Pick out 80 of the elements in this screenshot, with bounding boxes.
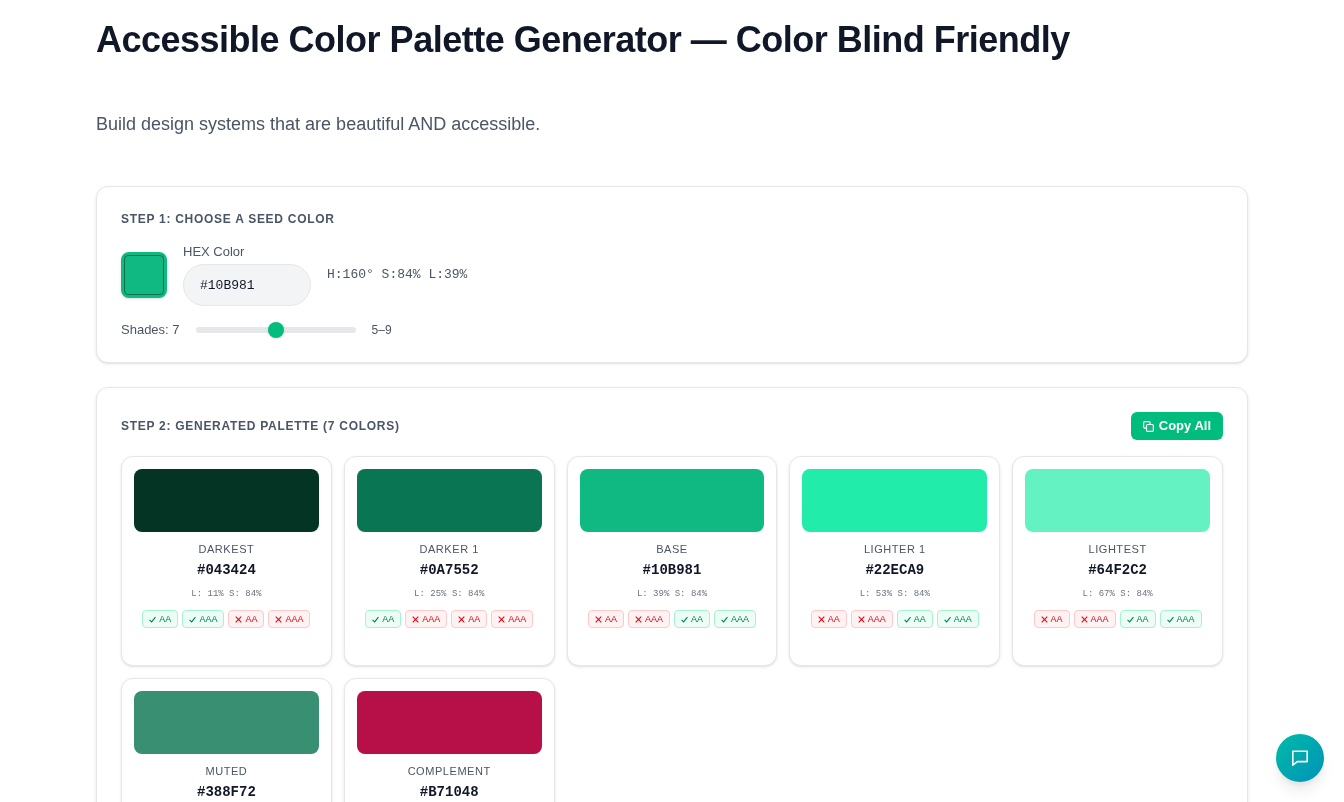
copy-icon bbox=[1142, 420, 1154, 432]
color-stats: L: 67% S: 84% bbox=[1082, 588, 1153, 600]
check-icon bbox=[149, 615, 157, 623]
hex-code: #B71048 bbox=[419, 783, 479, 802]
color-stats: L: 53% S: 84% bbox=[859, 588, 930, 600]
hex-code: #64F2C2 bbox=[1088, 561, 1147, 580]
check-icon bbox=[903, 615, 911, 623]
cross-icon bbox=[458, 615, 466, 623]
shades-label: Shades: 7 bbox=[121, 322, 180, 338]
color-swatch[interactable] bbox=[1025, 469, 1210, 532]
contrast-level: AAA bbox=[422, 613, 441, 625]
contrast-level: AAA bbox=[731, 613, 749, 625]
contrast-level: AAA bbox=[644, 613, 663, 625]
color-swatch[interactable] bbox=[802, 469, 988, 532]
color-swatch[interactable] bbox=[121, 252, 167, 298]
field-label: HEX Color bbox=[183, 244, 246, 260]
contrast-level: AA bbox=[468, 613, 481, 625]
cross-icon bbox=[857, 615, 865, 623]
color-swatch[interactable] bbox=[356, 469, 542, 532]
cross-icon bbox=[275, 615, 283, 623]
contrast-level: AA bbox=[913, 613, 926, 625]
hex-code: #0A7552 bbox=[419, 561, 479, 580]
check-icon bbox=[943, 615, 951, 623]
contrast-level: AAA bbox=[508, 613, 527, 625]
hex-code: #10B981 bbox=[642, 561, 702, 580]
cross-icon bbox=[498, 615, 506, 623]
color-stats: L: 39% S: 84% bbox=[636, 588, 708, 600]
color-stats: L: 25% S: 84% bbox=[414, 588, 485, 600]
contrast-level: AAA bbox=[1176, 613, 1195, 625]
range-label: 5–9 bbox=[371, 322, 392, 338]
contrast-level: AAA bbox=[953, 613, 972, 625]
cross-icon bbox=[1040, 615, 1048, 623]
hex-code: #043424 bbox=[197, 561, 256, 580]
page-title: Accessible Color Palette Generator — Color Blind Friendly bbox=[96, 18, 1071, 62]
color-name: BASE bbox=[656, 542, 688, 556]
color-swatch[interactable] bbox=[134, 691, 319, 754]
cross-icon bbox=[634, 615, 642, 623]
chat-button[interactable] bbox=[1276, 734, 1324, 782]
check-icon bbox=[681, 615, 688, 623]
contrast-level: AA bbox=[382, 613, 395, 625]
contrast-level: AA bbox=[245, 613, 258, 625]
contrast-level: AA bbox=[604, 613, 617, 625]
check-icon bbox=[372, 615, 380, 623]
check-icon bbox=[721, 615, 728, 623]
color-name: DARKER 1 bbox=[419, 542, 479, 556]
cross-icon bbox=[594, 615, 602, 623]
hex-input[interactable]: #10B981 bbox=[183, 264, 311, 306]
contrast-level: AA bbox=[159, 613, 172, 625]
hex-code: #22ECA9 bbox=[865, 561, 925, 580]
section-heading: STEP 2: GENERATED PALETTE (7 COLORS) bbox=[121, 418, 400, 434]
color-swatch[interactable] bbox=[579, 469, 765, 532]
cross-icon bbox=[1080, 615, 1088, 623]
color-name: COMPLEMENT bbox=[407, 764, 491, 778]
check-icon bbox=[1166, 615, 1174, 623]
color-name: DARKEST bbox=[198, 542, 255, 556]
hsl-values: H:160° S:84% L:39% bbox=[327, 267, 468, 283]
contrast-level: AA bbox=[691, 613, 703, 625]
hex-code: #388F72 bbox=[197, 783, 256, 802]
section-heading: STEP 1: CHOOSE A SEED COLOR bbox=[121, 211, 336, 227]
color-name: MUTED bbox=[205, 764, 248, 778]
color-swatch[interactable] bbox=[356, 691, 542, 754]
contrast-level: AA bbox=[1050, 613, 1063, 625]
check-icon bbox=[1126, 615, 1134, 623]
color-stats: L: 11% S: 84% bbox=[191, 588, 262, 600]
color-name: LIGHTER 1 bbox=[863, 542, 926, 556]
cross-icon bbox=[235, 615, 243, 623]
contrast-level: AAA bbox=[867, 613, 886, 625]
color-swatch[interactable] bbox=[134, 469, 319, 532]
cross-icon bbox=[817, 615, 825, 623]
check-icon bbox=[189, 615, 197, 623]
contrast-level: AA bbox=[827, 613, 840, 625]
contrast-level: AA bbox=[1136, 613, 1149, 625]
color-name: LIGHTEST bbox=[1088, 542, 1147, 556]
chat-bubble-icon bbox=[1291, 749, 1309, 767]
page-subtitle: Build design systems that are beautiful AND accessible. bbox=[96, 113, 542, 136]
contrast-level: AAA bbox=[1090, 613, 1109, 625]
contrast-level: AAA bbox=[285, 613, 304, 625]
slider-thumb[interactable] bbox=[267, 322, 284, 338]
cross-icon bbox=[412, 615, 420, 623]
contrast-level: AAA bbox=[199, 613, 218, 625]
